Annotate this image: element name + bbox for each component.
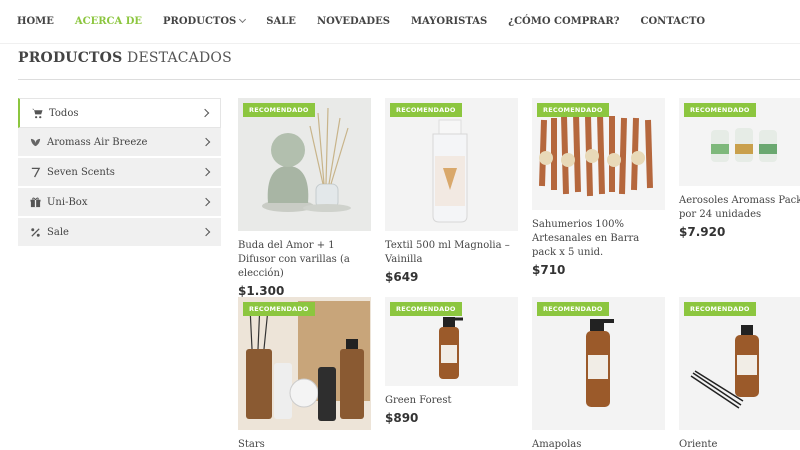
chevron-right-icon — [201, 227, 211, 237]
seven-icon — [30, 167, 41, 178]
recommended-badge: RECOMENDADO — [684, 302, 756, 316]
leaf-icon — [30, 137, 41, 148]
nav-como-comprar[interactable]: ¿CÓMO COMPRAR? — [508, 16, 619, 27]
nav-productos-label: PRODUCTOS — [163, 16, 237, 27]
product-image[interactable]: RECOMENDADO — [385, 297, 518, 386]
product-image[interactable]: RECOMENDADO — [679, 98, 800, 186]
sidebar-item-label: Aromass Air Breeze — [47, 136, 148, 148]
product-card[interactable]: RECOMENDADO Sahumerios 100% Artesanales … — [532, 98, 665, 277]
nav-mayoristas[interactable]: MAYORISTAS — [411, 16, 487, 27]
sidebar-item-sale[interactable]: Sale — [18, 218, 221, 248]
recommended-badge: RECOMENDADO — [243, 302, 315, 316]
sidebar-item-uni-box[interactable]: Uni-Box — [18, 188, 221, 218]
divider — [18, 79, 800, 80]
percent-icon — [30, 227, 41, 238]
product-name[interactable]: Buda del Amor + 1 Difusor con varillas (… — [238, 239, 371, 281]
product-name[interactable]: Sahumerios 100% Artesanales en Barra pac… — [532, 218, 665, 260]
cart-icon — [32, 108, 43, 119]
section-title-rest: DESTACADOS — [127, 50, 232, 66]
sidebar-item-label: Todos — [49, 107, 79, 119]
recommended-badge: RECOMENDADO — [537, 103, 609, 117]
product-image[interactable]: RECOMENDADO — [238, 98, 371, 231]
chevron-right-icon — [201, 137, 211, 147]
product-name[interactable]: Amapolas — [532, 438, 665, 450]
chevron-right-icon — [201, 167, 211, 177]
product-name[interactable]: Stars — [238, 438, 371, 450]
nav-novedades[interactable]: NOVEDADES — [317, 16, 390, 27]
section-title: PRODUCTOS DESTACADOS — [18, 50, 232, 66]
product-card[interactable]: RECOMENDADO Amapolas — [532, 297, 665, 450]
chevron-right-icon — [200, 108, 210, 118]
sidebar-item-label: Uni-Box — [47, 196, 88, 208]
nav-sale[interactable]: SALE — [266, 16, 296, 27]
product-price: $710 — [532, 263, 566, 277]
product-name[interactable]: Green Forest — [385, 394, 518, 408]
nav-productos[interactable]: PRODUCTOS — [163, 15, 247, 27]
product-image[interactable]: RECOMENDADO — [385, 98, 518, 231]
nav-home[interactable]: HOME — [17, 16, 54, 27]
product-card[interactable]: RECOMENDADO Aerosoles Aromass Pack por 2… — [679, 98, 800, 239]
recommended-badge: RECOMENDADO — [537, 302, 609, 316]
product-card[interactable]: RECOMENDADO Buda del Amor + 1 Difusor co… — [238, 98, 371, 298]
product-image[interactable]: RECOMENDADO — [679, 297, 800, 430]
product-image[interactable]: RECOMENDADO — [238, 297, 371, 430]
product-card[interactable]: RECOMENDADO Stars — [238, 297, 371, 450]
product-card[interactable]: RECOMENDADO Textil 500 ml Magnolia – Vai… — [385, 98, 518, 284]
product-name[interactable]: Oriente — [679, 438, 800, 450]
nav-contacto[interactable]: CONTACTO — [641, 16, 706, 27]
nav-acerca-de[interactable]: ACERCA DE — [75, 16, 142, 27]
product-card[interactable]: RECOMENDADO Green Forest $890 — [385, 297, 518, 425]
section-title-bold: PRODUCTOS — [18, 50, 123, 66]
recommended-badge: RECOMENDADO — [684, 103, 756, 117]
sidebar-item-label: Sale — [47, 226, 69, 238]
product-image[interactable]: RECOMENDADO — [532, 98, 665, 210]
product-price: $890 — [385, 411, 419, 425]
recommended-badge: RECOMENDADO — [390, 103, 462, 117]
recommended-badge: RECOMENDADO — [390, 302, 462, 316]
product-name[interactable]: Aerosoles Aromass Pack por 24 unidades — [679, 194, 800, 222]
product-name[interactable]: Textil 500 ml Magnolia – Vainilla — [385, 239, 518, 267]
chevron-down-icon — [239, 15, 247, 24]
sidebar-item-label: Seven Scents — [47, 166, 115, 178]
category-sidebar: Todos Aromass Air Breeze Seven Scents Un… — [18, 98, 221, 248]
product-price: $1.300 — [238, 284, 285, 298]
product-price: $649 — [385, 270, 419, 284]
product-price: $7.920 — [679, 225, 726, 239]
top-navigation: HOME ACERCA DE PRODUCTOS SALE NOVEDADES … — [0, 0, 800, 44]
chevron-right-icon — [201, 197, 211, 207]
sidebar-item-todos[interactable]: Todos — [18, 98, 221, 128]
product-image[interactable]: RECOMENDADO — [532, 297, 665, 430]
gift-icon — [30, 197, 41, 208]
recommended-badge: RECOMENDADO — [243, 103, 315, 117]
product-card[interactable]: RECOMENDADO Oriente — [679, 297, 800, 450]
sidebar-item-seven-scents[interactable]: Seven Scents — [18, 158, 221, 188]
sidebar-item-aromass-air-breeze[interactable]: Aromass Air Breeze — [18, 128, 221, 158]
